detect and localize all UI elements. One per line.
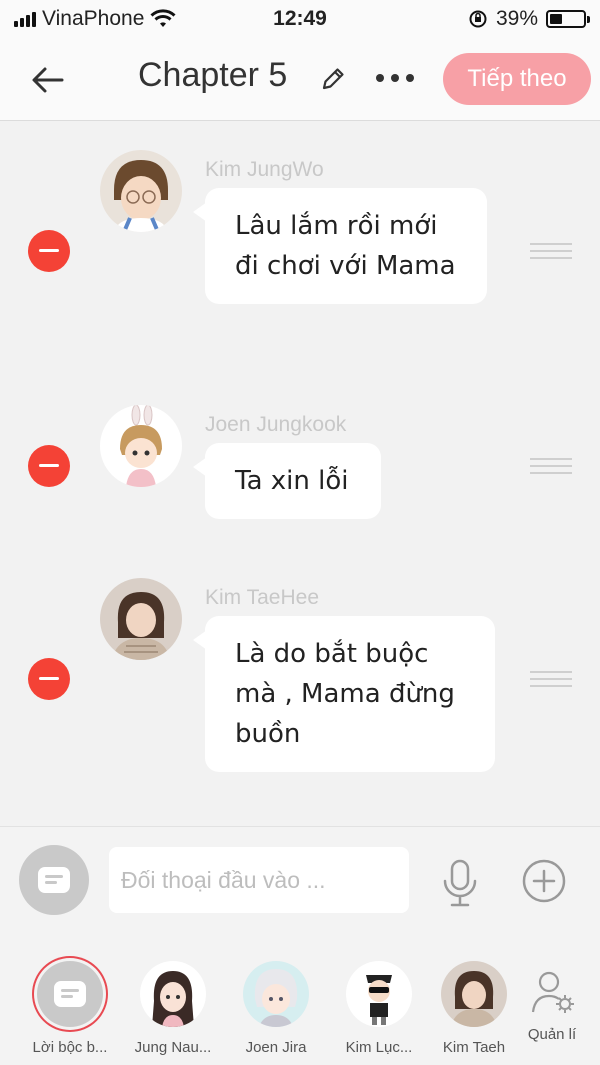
user-settings-icon bbox=[531, 971, 574, 1013]
dialogue-input[interactable]: Đối thoại đầu vào ... bbox=[109, 847, 409, 913]
chat-bubble-icon bbox=[38, 867, 70, 893]
chapter-title: Chapter 5 bbox=[138, 56, 288, 94]
character-narrator[interactable]: Lời bộc b... bbox=[20, 961, 120, 1056]
message-bubble[interactable]: Ta xin lỗi bbox=[193, 443, 381, 519]
message-author: Kim JungWo bbox=[205, 158, 324, 181]
edit-pencil-icon[interactable] bbox=[318, 64, 348, 94]
character-item[interactable]: Kim Taeh bbox=[424, 961, 524, 1056]
status-bar: VinaPhone 12:49 39% bbox=[0, 0, 600, 38]
message-bubble[interactable]: Là do bắt buộc mà , Mama đừng buồn bbox=[193, 616, 495, 772]
manage-label: Quản lí bbox=[527, 1026, 577, 1043]
message-author: Joen Jungkook bbox=[205, 413, 347, 436]
character-item[interactable]: Jung Nau... bbox=[123, 961, 223, 1056]
avatar[interactable] bbox=[100, 578, 182, 660]
battery-percent: 39% bbox=[495, 7, 538, 30]
delete-message-button[interactable] bbox=[28, 445, 70, 487]
character-label: Kim Taeh bbox=[442, 1039, 506, 1056]
status-right: 39% bbox=[468, 7, 590, 31]
back-arrow-icon[interactable] bbox=[28, 60, 68, 100]
character-item[interactable]: Joen Jira bbox=[226, 961, 326, 1056]
chat-bubble-icon bbox=[54, 981, 86, 1007]
delete-message-button[interactable] bbox=[28, 230, 70, 272]
character-label: Lời bộc b... bbox=[32, 1039, 108, 1056]
narrator-avatar bbox=[37, 961, 103, 1027]
add-plus-icon[interactable] bbox=[521, 858, 567, 904]
message-author: Kim TaeHee bbox=[205, 586, 320, 609]
avatar bbox=[140, 961, 206, 1027]
narration-toggle-button[interactable] bbox=[19, 845, 89, 915]
chapter-header: Chapter 5 Tiếp theo bbox=[0, 38, 600, 121]
avatar bbox=[243, 961, 309, 1027]
delete-message-button[interactable] bbox=[28, 658, 70, 700]
character-label: Jung Nau... bbox=[134, 1039, 212, 1056]
avatar[interactable] bbox=[100, 150, 182, 232]
manage-characters-button[interactable]: Quản lí bbox=[520, 968, 584, 1043]
character-label: Kim Lục... bbox=[345, 1039, 413, 1056]
avatar bbox=[346, 961, 412, 1027]
avatar[interactable] bbox=[100, 405, 182, 487]
more-options-icon[interactable] bbox=[376, 74, 414, 82]
dialogue-input-bar: Đối thoại đầu vào ... bbox=[0, 826, 600, 936]
rotation-lock-icon bbox=[469, 10, 487, 28]
drag-handle-icon[interactable] bbox=[530, 458, 572, 474]
drag-handle-icon[interactable] bbox=[530, 671, 572, 687]
character-label: Joen Jira bbox=[245, 1039, 307, 1056]
message-bubble[interactable]: Lâu lắm rồi mới đi chơi với Mama bbox=[193, 188, 487, 304]
next-chapter-button[interactable]: Tiếp theo bbox=[443, 53, 591, 105]
battery-icon bbox=[546, 10, 590, 28]
character-selector: Lời bộc b... Jung Nau... Joen Jira Kim L… bbox=[0, 935, 600, 1065]
character-item[interactable]: Kim Lục... bbox=[329, 961, 429, 1056]
avatar bbox=[441, 961, 507, 1027]
microphone-icon[interactable] bbox=[438, 859, 482, 907]
drag-handle-icon[interactable] bbox=[530, 243, 572, 259]
